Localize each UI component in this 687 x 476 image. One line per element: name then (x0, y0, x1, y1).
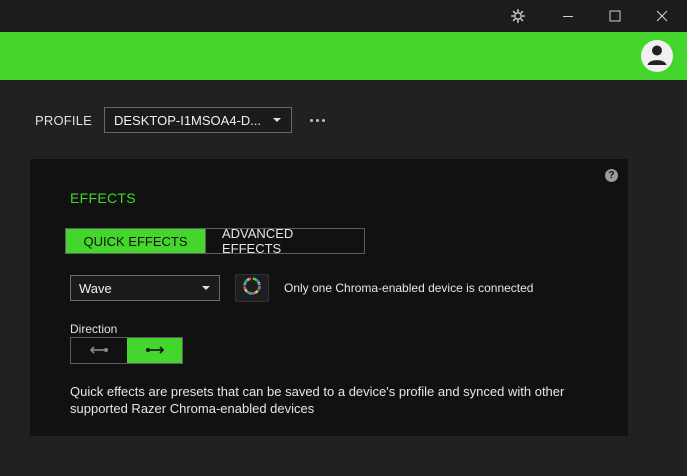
effect-selected-value: Wave (79, 280, 112, 296)
arrow-right-icon (144, 342, 166, 360)
minimize-button[interactable] (545, 0, 591, 32)
profile-row: PROFILE DESKTOP-I1MSOA4-D... (35, 107, 327, 133)
chroma-status-text: Only one Chroma-enabled device is connec… (284, 281, 534, 295)
close-icon (656, 10, 668, 22)
settings-button[interactable] (495, 0, 541, 32)
maximize-button[interactable] (592, 0, 638, 32)
chevron-down-icon (273, 118, 281, 122)
close-button[interactable] (639, 0, 685, 32)
more-horizontal-icon (315, 118, 319, 122)
avatar-button[interactable] (641, 40, 673, 72)
tab-advanced-effects[interactable]: ADVANCED EFFECTS (205, 226, 364, 256)
maximize-icon (609, 10, 621, 22)
tab-quick-effects[interactable]: QUICK EFFECTS (66, 229, 205, 253)
title-bar (0, 0, 687, 32)
help-icon[interactable]: ? (605, 169, 618, 182)
effect-dropdown[interactable]: Wave (70, 275, 220, 301)
effects-panel: ? EFFECTS QUICK EFFECTS ADVANCED EFFECTS… (30, 159, 628, 436)
profile-label: PROFILE (35, 112, 93, 128)
gear-icon (511, 9, 525, 23)
more-horizontal-icon (309, 118, 313, 122)
user-avatar-icon (641, 40, 673, 72)
minimize-icon (562, 10, 574, 22)
effects-description: Quick effects are presets that can be sa… (70, 384, 565, 416)
direction-right-button[interactable] (127, 338, 182, 363)
more-options-button[interactable] (307, 110, 327, 130)
chroma-button[interactable] (235, 274, 269, 302)
chroma-wheel-icon (242, 276, 262, 301)
direction-toggle (70, 337, 183, 364)
more-horizontal-icon (321, 118, 325, 122)
effects-tabs: QUICK EFFECTS ADVANCED EFFECTS (65, 226, 365, 256)
effects-title: EFFECTS (70, 190, 136, 206)
header-banner (0, 32, 687, 80)
chevron-down-icon (202, 286, 210, 290)
direction-label: Direction (70, 322, 118, 336)
profile-selected-value: DESKTOP-I1MSOA4-D... (114, 112, 262, 128)
direction-left-button[interactable] (71, 338, 127, 363)
profile-dropdown[interactable]: DESKTOP-I1MSOA4-D... (104, 107, 292, 133)
arrow-left-icon (88, 342, 110, 360)
